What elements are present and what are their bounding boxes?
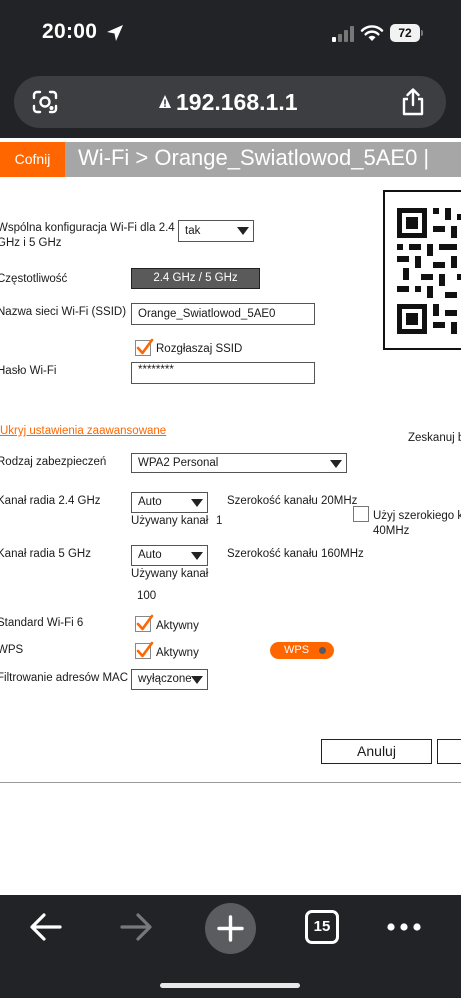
back-arrow-icon[interactable] <box>28 909 64 945</box>
ssid-input[interactable]: Orange_Swiatlowod_5AE0 <box>131 303 315 325</box>
channel-24-width: Szerokość kanału 20MHz <box>227 495 358 507</box>
tabs-button[interactable]: 15 <box>305 910 339 944</box>
address-bar[interactable]: 192.168.1.1 <box>14 76 446 128</box>
browser-toolbar: 15 <box>0 895 461 998</box>
chevron-down-icon <box>191 676 203 684</box>
battery-icon: 72 <box>390 24 424 42</box>
wide-channel-label: Użyj szerokiego ka 40MHz <box>373 510 461 537</box>
lock-icon <box>159 95 171 108</box>
security-select[interactable]: WPA2 Personal <box>131 453 347 473</box>
browser-address-area: 192.168.1.1 <box>0 70 461 138</box>
save-button[interactable] <box>437 739 461 764</box>
advanced-settings-link[interactable]: Ukryj ustawienia zaawansowane <box>0 425 166 437</box>
page-header: Cofnij Wi-Fi > Orange_Swiatlowod_5AE0 | <box>0 142 461 177</box>
signal-icon <box>332 26 354 42</box>
forward-arrow-icon[interactable] <box>118 909 154 945</box>
router-page: Cofnij Wi-Fi > Orange_Swiatlowod_5AE0 | … <box>0 138 461 895</box>
wifi-icon <box>360 25 384 41</box>
frequency-value[interactable]: 2.4 GHz / 5 GHz <box>131 268 260 289</box>
status-bar: 20:00 72 <box>0 0 461 70</box>
chevron-down-icon <box>191 499 203 507</box>
wide-channel-checkbox[interactable] <box>353 506 369 522</box>
qr-code-pattern <box>397 208 461 334</box>
page-title: Wi-Fi > Orange_Swiatlowod_5AE0 | <box>78 145 430 170</box>
plus-icon <box>217 915 244 942</box>
home-indicator <box>160 983 300 988</box>
broadcast-ssid-checkbox[interactable] <box>135 338 154 356</box>
back-button[interactable]: Cofnij <box>0 142 65 177</box>
broadcast-ssid-label: Rozgłaszaj SSID <box>156 343 243 355</box>
mac-filter-label: Filtrowanie adresów MAC <box>0 672 129 684</box>
password-label: Hasło Wi-Fi <box>0 365 57 377</box>
checkmark-icon <box>136 641 154 658</box>
status-time: 20:00 <box>42 20 98 43</box>
wps-active-label: Aktywny <box>156 647 199 659</box>
common-config-select[interactable]: tak <box>178 220 254 242</box>
channel-24-used-label: Używany kanał <box>131 515 209 527</box>
channel-5-select[interactable]: Auto <box>131 545 208 566</box>
checkmark-icon <box>136 338 154 355</box>
channel-5-width: Szerokość kanału 160MHz <box>227 548 364 560</box>
channel-24-used-value: 1 <box>216 515 223 527</box>
security-label: Rodzaj zabezpieczeń <box>0 456 107 468</box>
more-icon[interactable] <box>386 917 422 937</box>
frequency-label: Częstotliwość <box>0 273 68 285</box>
chevron-down-icon <box>330 460 342 468</box>
wifi6-checkbox[interactable] <box>135 614 154 632</box>
share-icon[interactable] <box>400 88 426 116</box>
lens-icon[interactable] <box>32 90 58 114</box>
wps-indicator <box>319 647 326 654</box>
wifi6-active-label: Aktywny <box>156 620 199 632</box>
channel-5-label: Kanał radia 5 GHz <box>0 548 91 560</box>
password-input[interactable]: ******** <box>131 362 315 384</box>
url-text[interactable]: 192.168.1.1 <box>176 89 298 116</box>
channel-24-select[interactable]: Auto <box>131 492 208 513</box>
wps-label: WPS <box>0 644 24 656</box>
chevron-down-icon <box>237 227 249 235</box>
divider <box>0 782 461 783</box>
scan-label: Zeskanuj b <box>408 432 461 444</box>
common-config-label: Wspólna konfiguracja Wi-Fi dla 2.4 GHz i… <box>0 222 175 249</box>
mac-filter-select[interactable]: wyłączone <box>131 669 208 690</box>
checkmark-icon <box>136 614 154 631</box>
wifi-qr-code <box>383 190 461 350</box>
chevron-down-icon <box>191 552 203 560</box>
ssid-label: Nazwa sieci Wi-Fi (SSID) <box>0 306 127 318</box>
channel-24-label: Kanał radia 2.4 GHz <box>0 495 101 507</box>
cancel-button[interactable]: Anuluj <box>321 739 432 764</box>
channel-5-used-value: 100 <box>137 590 157 602</box>
new-tab-button[interactable] <box>205 903 256 954</box>
location-arrow-icon <box>107 25 123 41</box>
wifi6-label: Standard Wi-Fi 6 <box>0 617 84 629</box>
channel-5-used-label: Używany kanał <box>131 568 209 580</box>
wps-button[interactable]: WPS <box>270 642 334 659</box>
battery-level: 72 <box>390 24 420 42</box>
wps-checkbox[interactable] <box>135 641 154 659</box>
